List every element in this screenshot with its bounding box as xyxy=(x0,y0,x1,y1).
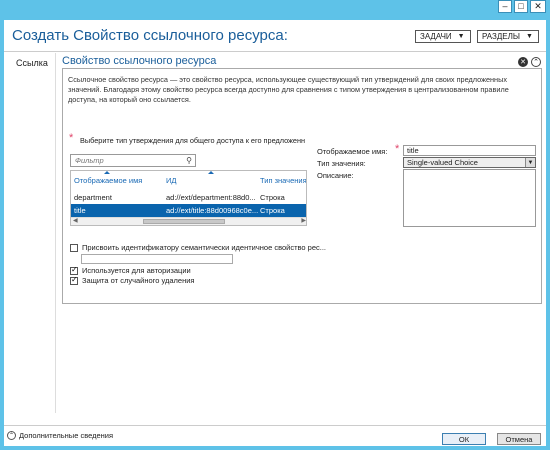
assign-semantic-option[interactable]: Присвоить идентификатору семантически ид… xyxy=(70,243,326,252)
dialog-window: Создать Свойство ссылочного ресурса: ЗАД… xyxy=(4,20,546,446)
chevron-up-icon: ⌃ xyxy=(7,431,16,440)
close-window-button[interactable]: ✕ xyxy=(530,0,546,13)
column-header-value-type[interactable]: Тип значения xyxy=(260,176,306,185)
dialog-header: Создать Свойство ссылочного ресурса: ЗАД… xyxy=(4,20,546,52)
sort-arrow-icon xyxy=(104,171,110,174)
row-display-name: department xyxy=(74,193,112,202)
minimize-button[interactable]: – xyxy=(498,0,512,13)
required-star-icon: * xyxy=(69,132,74,144)
value-type-selected: Single-valued Choice xyxy=(407,158,478,167)
row-id: ad://ext/department:88d0... xyxy=(166,193,256,202)
used-for-auth-label: Используется для авторизации xyxy=(82,266,191,275)
claim-type-picker-label: Выберите тип утверждения для общего дост… xyxy=(80,136,305,145)
filter-input[interactable] xyxy=(71,155,181,166)
filter-box: ⚲ xyxy=(70,154,196,167)
collapse-section-icon[interactable]: ⌃ xyxy=(531,57,541,67)
chevron-down-icon: ▼ xyxy=(457,33,465,40)
search-icon[interactable]: ⚲ xyxy=(186,156,192,165)
assign-semantic-label: Присвоить идентификатору семантически ид… xyxy=(82,243,327,252)
sort-arrow-icon xyxy=(208,171,214,174)
sidebar: Ссылка xyxy=(4,53,56,413)
used-for-auth-checkbox[interactable] xyxy=(70,265,78,275)
scrollbar-thumb[interactable] xyxy=(143,219,225,224)
more-info-toggle[interactable]: ⌃ Дополнительные сведения xyxy=(7,431,113,440)
page-title: Создать Свойство ссылочного ресурса: xyxy=(12,27,288,44)
required-star-icon: * xyxy=(395,143,400,155)
table-row[interactable]: department ad://ext/department:88d0... С… xyxy=(71,191,306,204)
dialog-footer: ⌃ Дополнительные сведения ОК Отмена xyxy=(4,425,546,446)
close-section-icon[interactable]: ✕ xyxy=(518,57,528,67)
reference-property-panel: Ссылочное свойство ресурса — это свойств… xyxy=(62,68,542,304)
chevron-down-icon: ▼ xyxy=(525,158,535,167)
chevron-down-icon: ▼ xyxy=(525,33,533,40)
scroll-left-icon[interactable]: ◀ xyxy=(73,217,78,224)
assign-semantic-checkbox[interactable] xyxy=(70,243,78,252)
value-type-label: Тип значения: xyxy=(317,159,366,168)
maximize-icon: □ xyxy=(518,1,524,11)
minimize-icon: – xyxy=(502,1,508,11)
display-name-label: Отображаемое имя: xyxy=(317,147,388,156)
window-controls: – □ ✕ xyxy=(498,0,546,13)
ok-button[interactable]: ОК xyxy=(442,433,486,445)
row-id: ad://ext/title:88d00968c0e... xyxy=(166,206,258,215)
semantic-property-input[interactable] xyxy=(81,254,233,264)
row-value-type: Строка xyxy=(260,206,285,215)
column-header-id[interactable]: ИД xyxy=(166,176,176,185)
tasks-label: ЗАДАЧИ xyxy=(420,32,452,41)
value-type-select[interactable]: Single-valued Choice ▼ xyxy=(403,157,536,168)
row-display-name: title xyxy=(74,206,86,215)
display-name-field[interactable]: title xyxy=(403,145,536,156)
horizontal-scrollbar[interactable]: ◀ ▶ xyxy=(71,217,306,225)
window-titlebar: – □ ✕ xyxy=(0,0,550,20)
table-row-selected[interactable]: title ad://ext/title:88d00968c0e... Стро… xyxy=(71,204,306,217)
maximize-button[interactable]: □ xyxy=(514,0,528,13)
section-title: Свойство ссылочного ресурса xyxy=(62,55,217,67)
column-header-display-name[interactable]: Отображаемое имя xyxy=(74,176,142,185)
description-label: Описание: xyxy=(317,171,354,180)
used-for-auth-option[interactable]: Используется для авторизации xyxy=(70,265,191,275)
more-info-label: Дополнительные сведения xyxy=(19,431,114,440)
scroll-right-icon[interactable]: ▶ xyxy=(301,217,306,224)
description-textarea[interactable] xyxy=(403,169,536,227)
protect-delete-option[interactable]: Защита от случайного удаления xyxy=(70,275,195,285)
cancel-button[interactable]: Отмена xyxy=(497,433,541,445)
tasks-menu-button[interactable]: ЗАДАЧИ ▼ xyxy=(415,30,471,43)
row-value-type: Строка xyxy=(260,193,285,202)
sections-label: РАЗДЕЛЫ xyxy=(482,32,520,41)
claim-types-table: Отображаемое имя ИД Тип значения departm… xyxy=(70,170,307,226)
protect-delete-label: Защита от случайного удаления xyxy=(82,276,195,285)
close-icon: ✕ xyxy=(534,1,542,11)
protect-delete-checkbox[interactable] xyxy=(70,275,78,285)
section-description: Ссылочное свойство ресурса — это свойств… xyxy=(68,75,509,105)
sidebar-item-reference[interactable]: Ссылка xyxy=(16,58,48,68)
sections-menu-button[interactable]: РАЗДЕЛЫ ▼ xyxy=(477,30,539,43)
section-controls: ✕ ⌃ xyxy=(518,57,541,67)
